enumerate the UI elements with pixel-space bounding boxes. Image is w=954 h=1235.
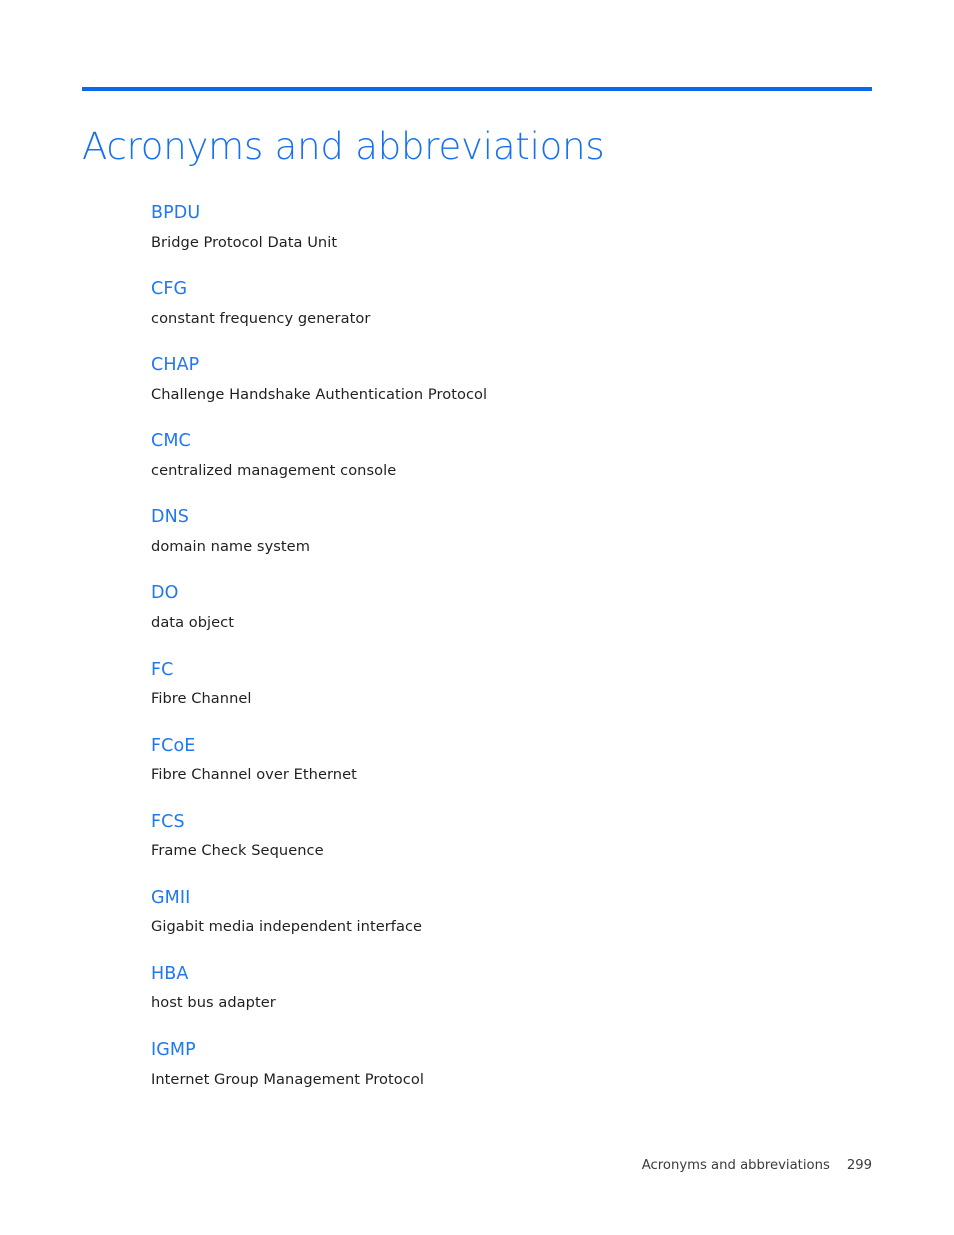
glossary-entry: CHAP Challenge Handshake Authentication … [151, 357, 871, 402]
glossary-term: CMC [151, 431, 191, 452]
glossary-definition: data object [151, 613, 235, 631]
glossary-term: DNS [151, 507, 189, 528]
glossary-term: CHAP [151, 355, 200, 376]
glossary-entry: FCS Frame Check Sequence [151, 811, 871, 860]
glossary-term: DO [151, 583, 179, 604]
glossary-definition: host bus adapter [151, 994, 276, 1012]
glossary-definition: Fibre Channel over Ethernet [151, 766, 357, 784]
page-footer: Acronyms and abbreviations 299 [82, 1158, 872, 1173]
glossary-definition: Internet Group Management Protocol [151, 1070, 424, 1088]
glossary-term: GMII [151, 887, 191, 908]
glossary-definition: Gigabit media independent interface [151, 918, 423, 936]
glossary-definition: Challenge Handshake Authentication Proto… [151, 385, 488, 403]
glossary-entry: IGMP Internet Group Management Protocol [151, 1042, 871, 1087]
glossary-definition: Bridge Protocol Data Unit [151, 233, 338, 251]
page-title: Acronyms and abbreviations [82, 124, 605, 168]
glossary-entry: GMII Gigabit media independent interface [151, 887, 871, 936]
glossary-entry: FCoE Fibre Channel over Ethernet [151, 735, 871, 784]
glossary-entry: HBA host bus adapter [151, 963, 871, 1012]
glossary-entry: BPDU Bridge Protocol Data Unit [151, 203, 871, 251]
glossary-term: BPDU [151, 203, 201, 223]
glossary-entry: FC Fibre Channel [151, 659, 871, 708]
glossary-term: HBA [151, 963, 189, 984]
glossary-definition: centralized management console [151, 461, 397, 479]
document-page: Acronyms and abbreviations BPDU Bridge P… [0, 0, 954, 1235]
glossary-entry: DNS domain name system [151, 509, 871, 554]
glossary-definition: domain name system [151, 537, 310, 555]
glossary-entry: CFG constant frequency generator [151, 281, 871, 326]
glossary-term: IGMP [151, 1040, 196, 1061]
title-rule-divider [82, 87, 872, 91]
glossary-term: CFG [151, 279, 188, 300]
footer-page-number: 299 [846, 1158, 872, 1173]
glossary-term: FCS [151, 811, 185, 832]
glossary-definition: Frame Check Sequence [151, 842, 324, 860]
glossary-entry: CMC centralized management console [151, 433, 871, 478]
glossary-definition: Fibre Channel [151, 690, 252, 708]
glossary-list: BPDU Bridge Protocol Data Unit CFG const… [151, 203, 871, 1087]
glossary-term: FCoE [151, 735, 196, 756]
glossary-term: FC [151, 659, 174, 680]
footer-section-label: Acronyms and abbreviations [641, 1158, 830, 1173]
glossary-definition: constant frequency generator [151, 309, 371, 327]
glossary-entry: DO data object [151, 585, 871, 630]
